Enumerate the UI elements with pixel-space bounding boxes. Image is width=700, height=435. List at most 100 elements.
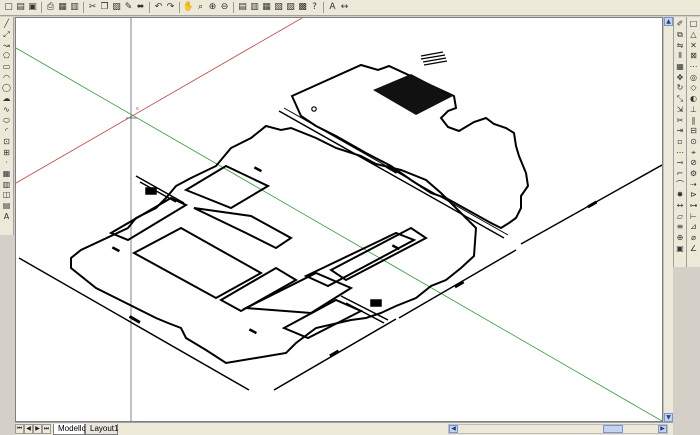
zoom-realtime-icon[interactable]: ⌕ (195, 2, 206, 13)
chamfer-icon[interactable]: ⌐ (675, 169, 686, 180)
construction-line-icon[interactable]: ⤢ (1, 30, 13, 41)
text-style-icon[interactable]: A (327, 2, 338, 13)
apparent-intersection-icon[interactable]: ⊠ (688, 51, 699, 62)
offset-icon[interactable]: ⫴ (675, 51, 686, 62)
fillet-icon[interactable]: ⌒ (675, 179, 686, 190)
first-tab-icon[interactable]: ⏮ (15, 424, 24, 434)
scroll-up-arrow-icon[interactable]: ▲ (664, 17, 673, 26)
copy-object-icon[interactable]: ⧉ (675, 30, 686, 41)
tab-model[interactable]: Modello (53, 424, 86, 435)
pan-icon[interactable]: ✋ (183, 2, 194, 13)
revision-cloud-icon[interactable]: ☁ (1, 94, 13, 105)
none-snap-icon[interactable]: ⊘ (688, 158, 699, 169)
arc-icon[interactable]: ◠ (1, 72, 13, 83)
scroll-down-arrow-icon[interactable]: ▼ (664, 413, 673, 422)
markup-icon[interactable]: ▨ (285, 2, 296, 13)
intersection-snap-icon[interactable]: ✕ (688, 40, 699, 51)
next-tab-icon[interactable]: ▶ (33, 424, 42, 434)
help-icon[interactable]: ? (309, 2, 320, 13)
mid-between-icon[interactable]: ⊶ (688, 201, 699, 212)
tool-palette-icon[interactable]: ▦ (261, 2, 272, 13)
tab-layout1[interactable]: Layout1 (85, 424, 118, 435)
brush-icon[interactable]: ⬌ (135, 2, 146, 13)
polygon-icon[interactable]: ⬠ (1, 51, 13, 62)
gradient-icon[interactable]: ▥ (1, 179, 13, 190)
horizontal-scrollbar[interactable]: ◀ ▶ (448, 424, 668, 434)
scroll-thumb[interactable] (603, 425, 623, 433)
extend-icon[interactable]: ⇥ (675, 126, 686, 137)
region-mass-icon[interactable]: ▣ (675, 243, 686, 254)
zoom-previous-icon[interactable]: ⊖ (219, 2, 230, 13)
preview-icon[interactable]: ▦ (57, 2, 68, 13)
design-center-icon[interactable]: ▥ (249, 2, 260, 13)
spline-icon[interactable]: ∿ (1, 105, 13, 116)
temp-track-icon[interactable]: ⇢ (688, 179, 699, 190)
join-icon[interactable]: ⊸ (675, 158, 686, 169)
rectangle-icon[interactable]: ▭ (1, 62, 13, 73)
nearest-snap-icon[interactable]: ⌖ (688, 147, 699, 158)
break-icon[interactable]: ⋯ (675, 147, 686, 158)
ellipse-icon[interactable]: ⬭ (1, 115, 13, 126)
rotate-icon[interactable]: ↻ (675, 83, 686, 94)
insert-block-icon[interactable]: ⊡ (1, 137, 13, 148)
move-icon[interactable]: ✥ (675, 72, 686, 83)
tangent-snap-icon[interactable]: ◐ (688, 94, 699, 105)
ellipse-arc-icon[interactable]: ◜ (1, 126, 13, 137)
undo-icon[interactable]: ↶ (153, 2, 164, 13)
perpendicular-snap-icon[interactable]: ⊥ (688, 105, 699, 116)
mirror-icon[interactable]: ⇋ (675, 40, 686, 51)
make-block-icon[interactable]: ⊞ (1, 147, 13, 158)
scroll-right-arrow-icon[interactable]: ▶ (658, 425, 667, 433)
polyline-icon[interactable]: ↝ (1, 40, 13, 51)
point-icon[interactable]: · (1, 158, 13, 169)
line-icon[interactable]: ╱ (1, 19, 13, 30)
parallel-snap-icon[interactable]: ∥ (688, 115, 699, 126)
hatch-icon[interactable]: ▦ (1, 169, 13, 180)
paste-icon[interactable]: ▧ (111, 2, 122, 13)
midpoint-snap-icon[interactable]: △ (688, 30, 699, 41)
radius-dim-icon[interactable]: ⌀ (688, 233, 699, 244)
match-properties-icon[interactable]: ✎ (123, 2, 134, 13)
region-icon[interactable]: ◫ (1, 190, 13, 201)
vertical-scrollbar[interactable]: ▲ ▼ (663, 17, 673, 422)
aligned-dim-icon[interactable]: ⊿ (688, 222, 699, 233)
scale-icon[interactable]: ⤡ (675, 94, 686, 105)
print-icon[interactable]: ⎙ (45, 2, 56, 13)
redo-icon[interactable]: ↷ (165, 2, 176, 13)
extension-snap-icon[interactable]: ⋯ (688, 62, 699, 73)
list-icon[interactable]: ≡ (675, 222, 686, 233)
prev-tab-icon[interactable]: ◀ (24, 424, 33, 434)
save-icon[interactable]: ▣ (27, 2, 38, 13)
distance-icon[interactable]: ↔ (675, 201, 686, 212)
center-snap-icon[interactable]: ◎ (688, 72, 699, 83)
area-icon[interactable]: ▱ (675, 211, 686, 222)
stretch-icon[interactable]: ⇲ (675, 105, 686, 116)
properties-icon[interactable]: ▤ (237, 2, 248, 13)
publish-icon[interactable]: ▥ (69, 2, 80, 13)
linear-dim-icon[interactable]: ⊢ (688, 211, 699, 222)
endpoint-snap-icon[interactable]: □ (688, 19, 699, 30)
node-snap-icon[interactable]: ⊙ (688, 137, 699, 148)
circle-icon[interactable]: ◯ (1, 83, 13, 94)
copy-icon[interactable]: ❐ (99, 2, 110, 13)
cut-icon[interactable]: ✂ (87, 2, 98, 13)
last-tab-icon[interactable]: ⏭ (42, 424, 51, 434)
scroll-left-arrow-icon[interactable]: ◀ (449, 425, 458, 433)
array-icon[interactable]: ▦ (675, 62, 686, 73)
multiline-text-icon[interactable]: A (1, 211, 13, 222)
trim-icon[interactable]: ✂ (675, 115, 686, 126)
open-icon[interactable]: ▤ (15, 2, 26, 13)
from-icon[interactable]: ⊳ (688, 190, 699, 201)
quadrant-snap-icon[interactable]: ◇ (688, 83, 699, 94)
angular-dim-icon[interactable]: ∠ (688, 243, 699, 254)
sheet-set-icon[interactable]: ▧ (273, 2, 284, 13)
calculator-icon[interactable]: ▩ (297, 2, 308, 13)
osnap-settings-icon[interactable]: ⚙ (688, 169, 699, 180)
table-icon[interactable]: ▤ (1, 201, 13, 212)
erase-icon[interactable]: ✐ (675, 19, 686, 30)
drawing-canvas[interactable]: ≡ (15, 17, 663, 422)
insert-snap-icon[interactable]: ⊟ (688, 126, 699, 137)
break-at-point-icon[interactable]: ▫ (675, 137, 686, 148)
zoom-window-icon[interactable]: ⊕ (207, 2, 218, 13)
dimension-icon[interactable]: ↔ (339, 2, 350, 13)
